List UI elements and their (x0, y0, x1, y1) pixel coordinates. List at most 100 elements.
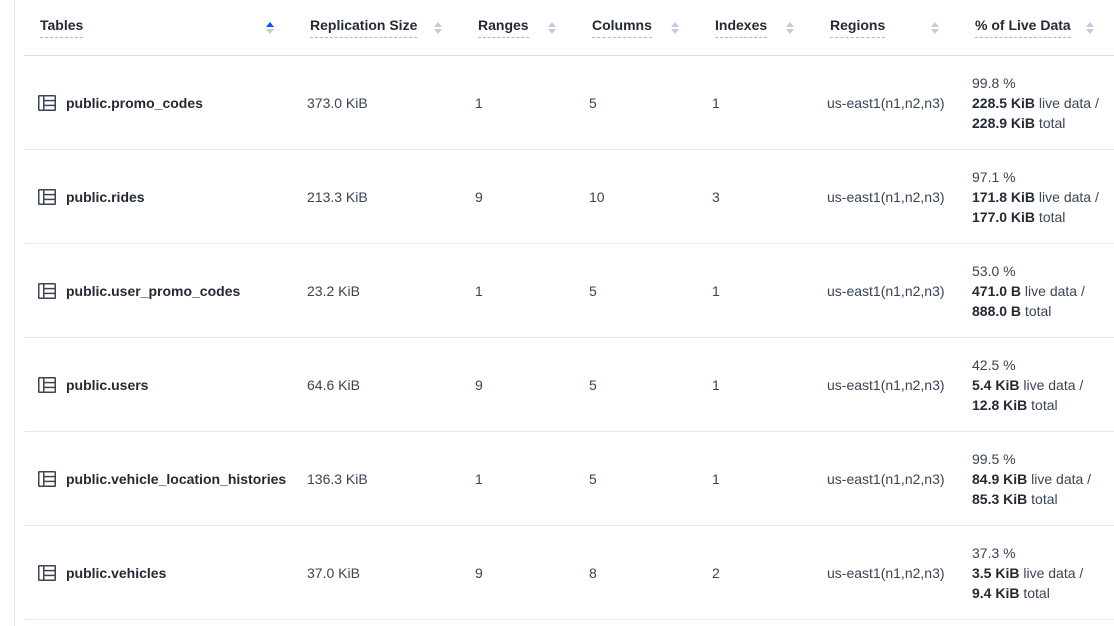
table-name-link[interactable]: public.user_promo_codes (66, 283, 240, 299)
column-header-label: Indexes (715, 17, 767, 38)
live-data-amount: 228.5 KiB live data / (972, 93, 1114, 113)
column-header-live-data[interactable]: % of Live Data (959, 17, 1114, 38)
column-header-label: Regions (830, 17, 885, 38)
table-icon (37, 375, 57, 395)
regions-cell: us-east1(n1,n2,n3) (814, 189, 959, 205)
regions-cell: us-east1(n1,n2,n3) (814, 95, 959, 111)
columns-cell: 5 (576, 95, 699, 111)
table-name-link[interactable]: public.users (66, 377, 148, 393)
column-header-replication-size[interactable]: Replication Size (294, 17, 462, 38)
indexes-cell: 1 (699, 377, 814, 393)
table-body: public.promo_codes 373.0 KiB 1 5 1 us-ea… (24, 56, 1114, 620)
indexes-cell: 1 (699, 283, 814, 299)
replication-size-cell: 37.0 KiB (294, 565, 462, 581)
ranges-cell: 9 (462, 189, 576, 205)
table-name-link[interactable]: public.promo_codes (66, 95, 203, 111)
columns-cell: 5 (576, 471, 699, 487)
total-data-amount: 85.3 KiB total (972, 489, 1114, 509)
column-header-label: Ranges (478, 17, 529, 38)
live-data-cell: 53.0 % 471.0 B live data / 888.0 B total (959, 261, 1114, 321)
ranges-cell: 9 (462, 565, 576, 581)
replication-size-cell: 23.2 KiB (294, 283, 462, 299)
table-row: public.rides 213.3 KiB 9 10 3 us-east1(n… (24, 150, 1114, 244)
total-data-amount: 888.0 B total (972, 301, 1114, 321)
table-icon (37, 187, 57, 207)
ranges-cell: 1 (462, 95, 576, 111)
sort-arrows-icon[interactable] (671, 22, 679, 34)
table-icon (37, 93, 57, 113)
live-data-amount: 171.8 KiB live data / (972, 187, 1114, 207)
live-data-amount: 471.0 B live data / (972, 281, 1114, 301)
live-data-percent: 99.5 % (972, 449, 1114, 469)
live-data-amount: 5.4 KiB live data / (972, 375, 1114, 395)
total-data-amount: 12.8 KiB total (972, 395, 1114, 415)
column-header-label: Replication Size (310, 17, 417, 38)
sort-arrows-icon[interactable] (1086, 22, 1094, 34)
columns-cell: 5 (576, 377, 699, 393)
live-data-percent: 53.0 % (972, 261, 1114, 281)
table-name-link[interactable]: public.rides (66, 189, 145, 205)
total-data-amount: 177.0 KiB total (972, 207, 1114, 227)
indexes-cell: 3 (699, 189, 814, 205)
column-header-label: Columns (592, 17, 652, 38)
column-header-indexes[interactable]: Indexes (699, 17, 814, 38)
ranges-cell: 1 (462, 471, 576, 487)
sort-arrows-icon[interactable] (266, 22, 274, 34)
table-row: public.promo_codes 373.0 KiB 1 5 1 us-ea… (24, 56, 1114, 150)
live-data-percent: 99.8 % (972, 73, 1114, 93)
total-data-amount: 228.9 KiB total (972, 113, 1114, 133)
live-data-amount: 3.5 KiB live data / (972, 563, 1114, 583)
live-data-cell: 99.8 % 228.5 KiB live data / 228.9 KiB t… (959, 73, 1114, 133)
column-header-columns[interactable]: Columns (576, 17, 699, 38)
live-data-percent: 42.5 % (972, 355, 1114, 375)
table-name-cell: public.user_promo_codes (24, 281, 294, 301)
table-name-link[interactable]: public.vehicle_location_histories (66, 471, 286, 487)
live-data-percent: 97.1 % (972, 167, 1114, 187)
live-data-percent: 37.3 % (972, 543, 1114, 563)
table-name-link[interactable]: public.vehicles (66, 565, 166, 581)
tables-table: Tables Replication Size Ranges Columns I… (24, 0, 1114, 620)
column-header-regions[interactable]: Regions (814, 17, 959, 38)
column-header-ranges[interactable]: Ranges (462, 17, 576, 38)
sort-arrows-icon[interactable] (548, 22, 556, 34)
column-header-tables[interactable]: Tables (24, 17, 294, 38)
live-data-cell: 97.1 % 171.8 KiB live data / 177.0 KiB t… (959, 167, 1114, 227)
live-data-amount: 84.9 KiB live data / (972, 469, 1114, 489)
table-name-cell: public.rides (24, 187, 294, 207)
table-icon (37, 469, 57, 489)
table-name-cell: public.promo_codes (24, 93, 294, 113)
regions-cell: us-east1(n1,n2,n3) (814, 377, 959, 393)
table-row: public.vehicle_location_histories 136.3 … (24, 432, 1114, 526)
live-data-cell: 37.3 % 3.5 KiB live data / 9.4 KiB total (959, 543, 1114, 603)
sort-arrows-icon[interactable] (434, 22, 442, 34)
table-row: public.users 64.6 KiB 9 5 1 us-east1(n1,… (24, 338, 1114, 432)
tables-list-panel: Tables Replication Size Ranges Columns I… (14, 0, 1114, 626)
indexes-cell: 1 (699, 471, 814, 487)
replication-size-cell: 136.3 KiB (294, 471, 462, 487)
column-header-label: Tables (40, 17, 83, 38)
table-row: public.vehicles 37.0 KiB 9 8 2 us-east1(… (24, 526, 1114, 620)
table-name-cell: public.users (24, 375, 294, 395)
regions-cell: us-east1(n1,n2,n3) (814, 565, 959, 581)
sort-arrows-icon[interactable] (786, 22, 794, 34)
indexes-cell: 1 (699, 95, 814, 111)
columns-cell: 5 (576, 283, 699, 299)
table-name-cell: public.vehicle_location_histories (24, 469, 294, 489)
table-icon (37, 281, 57, 301)
regions-cell: us-east1(n1,n2,n3) (814, 283, 959, 299)
ranges-cell: 1 (462, 283, 576, 299)
ranges-cell: 9 (462, 377, 576, 393)
columns-cell: 10 (576, 189, 699, 205)
regions-cell: us-east1(n1,n2,n3) (814, 471, 959, 487)
table-header-row: Tables Replication Size Ranges Columns I… (24, 0, 1114, 56)
sort-arrows-icon[interactable] (931, 22, 939, 34)
indexes-cell: 2 (699, 565, 814, 581)
table-icon (37, 563, 57, 583)
replication-size-cell: 213.3 KiB (294, 189, 462, 205)
total-data-amount: 9.4 KiB total (972, 583, 1114, 603)
column-header-label: % of Live Data (975, 17, 1071, 38)
replication-size-cell: 373.0 KiB (294, 95, 462, 111)
replication-size-cell: 64.6 KiB (294, 377, 462, 393)
live-data-cell: 99.5 % 84.9 KiB live data / 85.3 KiB tot… (959, 449, 1114, 509)
table-row: public.user_promo_codes 23.2 KiB 1 5 1 u… (24, 244, 1114, 338)
